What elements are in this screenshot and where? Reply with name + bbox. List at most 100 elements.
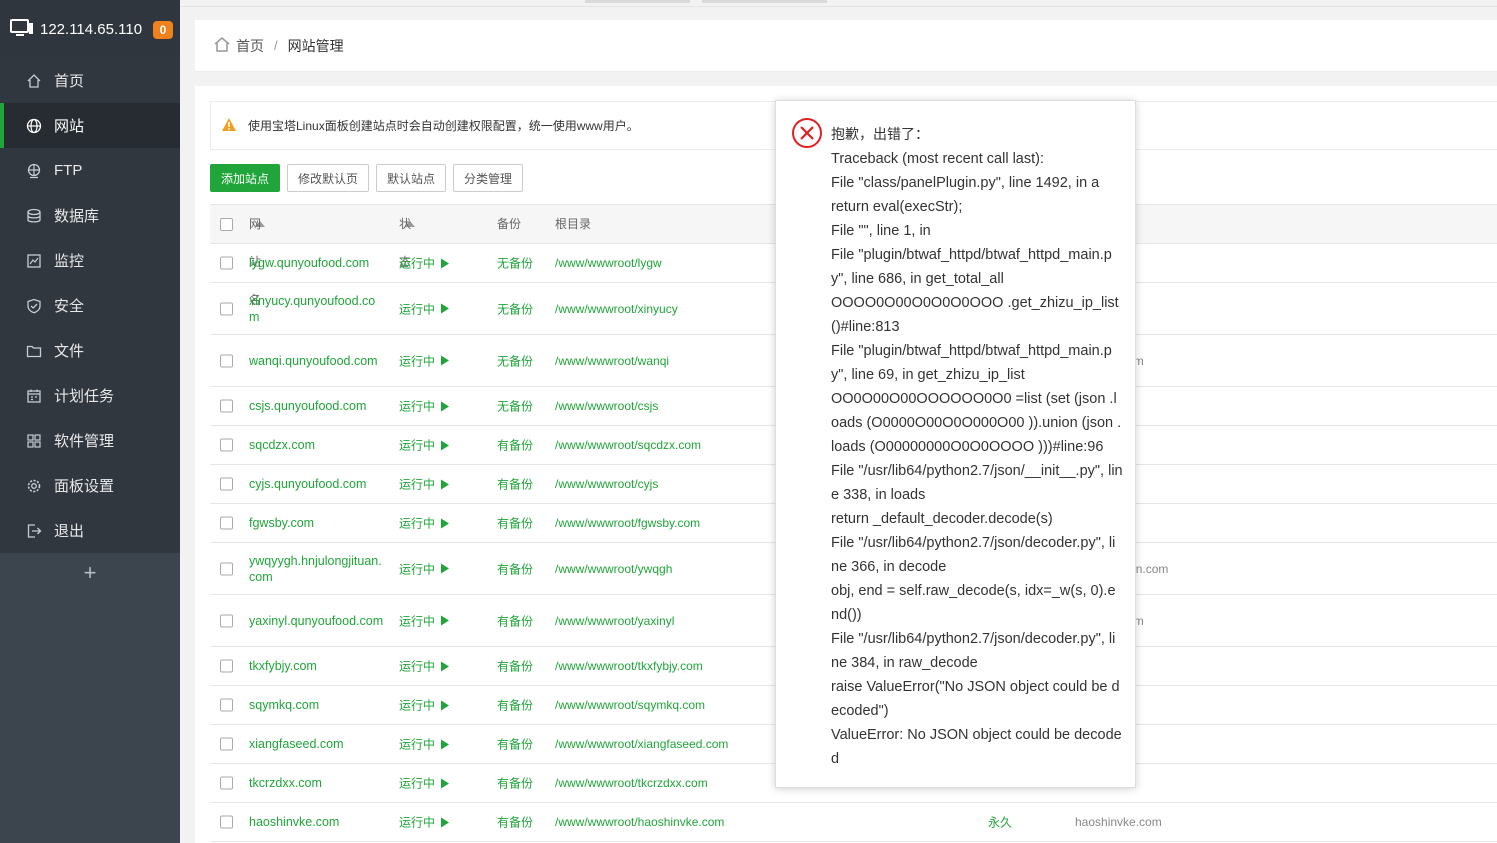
category-manage-button[interactable]: 分类管理 bbox=[453, 164, 524, 192]
site-name-link[interactable]: fgwsby.com bbox=[249, 515, 384, 531]
site-status[interactable]: 运行中 bbox=[399, 515, 450, 532]
sidebar-item[interactable]: 文件 bbox=[0, 328, 180, 373]
site-backup[interactable]: 无备份 bbox=[497, 352, 533, 369]
site-backup[interactable]: 有备份 bbox=[497, 814, 533, 831]
site-backup[interactable]: 有备份 bbox=[497, 775, 533, 792]
notification-badge[interactable]: 0 bbox=[153, 21, 173, 39]
column-status[interactable]: 状态 bbox=[399, 205, 415, 269]
home-icon[interactable] bbox=[213, 36, 231, 55]
site-root-path[interactable]: /www/wwwroot/csjs bbox=[555, 399, 658, 413]
traceback-line: OO0O00O00OOOOOO0O0 =list (set (json .loa… bbox=[831, 391, 1122, 455]
site-name-link[interactable]: ywqyygh.hnjulongjituan.com bbox=[249, 553, 384, 585]
site-root-path[interactable]: /www/wwwroot/fgwsby.com bbox=[555, 516, 700, 530]
traceback-line: File "/usr/lib64/python2.7/json/__init__… bbox=[831, 463, 1123, 503]
site-status[interactable]: 运行中 bbox=[399, 352, 450, 369]
site-remark[interactable]: haoshinvke.com bbox=[1075, 815, 1162, 829]
add-menu-button[interactable]: + bbox=[0, 552, 180, 594]
site-root-path[interactable]: /www/wwwroot/xiangfaseed.com bbox=[555, 737, 728, 751]
site-name-link[interactable]: tkcrzdxx.com bbox=[249, 775, 384, 791]
sidebar-item[interactable]: 面板设置 bbox=[0, 463, 180, 508]
site-root-path[interactable]: /www/wwwroot/cyjs bbox=[555, 477, 658, 491]
sidebar-item[interactable]: 网站 bbox=[0, 103, 180, 148]
row-checkbox[interactable] bbox=[220, 614, 233, 627]
sidebar-item[interactable]: FTP bbox=[0, 148, 180, 193]
site-status[interactable]: 运行中 bbox=[399, 814, 450, 831]
site-root-path[interactable]: /www/wwwroot/sqymkq.com bbox=[555, 698, 705, 712]
sidebar-item[interactable]: 计划任务 bbox=[0, 373, 180, 418]
default-site-button[interactable]: 默认站点 bbox=[376, 164, 447, 192]
add-site-button[interactable]: 添加站点 bbox=[210, 164, 281, 192]
site-status-label: 运行中 bbox=[399, 614, 436, 628]
site-root-path[interactable]: /www/wwwroot/haoshinvke.com bbox=[555, 815, 724, 829]
site-name-link[interactable]: csjs.qunyoufood.com bbox=[249, 398, 384, 414]
sidebar-item[interactable]: 退出 bbox=[0, 508, 180, 553]
site-root-path[interactable]: /www/wwwroot/ywqgh bbox=[555, 562, 672, 576]
sidebar-item[interactable]: 安全 bbox=[0, 283, 180, 328]
row-checkbox[interactable] bbox=[220, 698, 233, 712]
site-name-link[interactable]: xiangfaseed.com bbox=[249, 736, 384, 752]
site-expire[interactable]: 永久 bbox=[988, 814, 1012, 831]
row-checkbox[interactable] bbox=[220, 302, 233, 315]
column-name[interactable]: 网站名 bbox=[249, 205, 265, 307]
site-status[interactable]: 运行中 bbox=[399, 255, 450, 272]
site-status[interactable]: 运行中 bbox=[399, 736, 450, 753]
site-status[interactable]: 运行中 bbox=[399, 658, 450, 675]
row-checkbox[interactable] bbox=[220, 438, 233, 452]
row-checkbox[interactable] bbox=[220, 516, 233, 530]
site-status[interactable]: 运行中 bbox=[399, 775, 450, 792]
site-backup[interactable]: 有备份 bbox=[497, 437, 533, 454]
site-root-path[interactable]: /www/wwwroot/tkxfybjy.com bbox=[555, 659, 703, 673]
site-status[interactable]: 运行中 bbox=[399, 300, 450, 317]
site-root-path[interactable]: /www/wwwroot/lygw bbox=[555, 256, 662, 270]
site-backup[interactable]: 有备份 bbox=[497, 697, 533, 714]
row-checkbox[interactable] bbox=[220, 256, 233, 270]
site-root-path[interactable]: /www/wwwroot/tkcrzdxx.com bbox=[555, 776, 708, 790]
site-name-link[interactable]: sqcdzx.com bbox=[249, 437, 384, 453]
site-name-link[interactable]: xinyucy.qunyoufood.com bbox=[249, 293, 384, 325]
row-checkbox[interactable] bbox=[220, 776, 233, 790]
site-backup[interactable]: 无备份 bbox=[497, 255, 533, 272]
site-root-path[interactable]: /www/wwwroot/yaxinyl bbox=[555, 614, 674, 628]
select-all-checkbox[interactable] bbox=[220, 218, 233, 231]
sidebar-item[interactable]: 首页 bbox=[0, 58, 180, 103]
site-backup[interactable]: 有备份 bbox=[497, 560, 533, 577]
site-status[interactable]: 运行中 bbox=[399, 697, 450, 714]
site-status[interactable]: 运行中 bbox=[399, 437, 450, 454]
site-status[interactable]: 运行中 bbox=[399, 398, 450, 415]
site-root-path[interactable]: /www/wwwroot/xinyucy bbox=[555, 302, 678, 316]
site-name-link[interactable]: lygw.qunyoufood.com bbox=[249, 255, 384, 271]
sidebar-item[interactable]: 数据库 bbox=[0, 193, 180, 238]
breadcrumb-home[interactable]: 首页 bbox=[236, 36, 264, 56]
site-status-label: 运行中 bbox=[399, 737, 436, 752]
site-root-path[interactable]: /www/wwwroot/sqcdzx.com bbox=[555, 438, 701, 452]
row-checkbox[interactable] bbox=[220, 399, 233, 413]
site-backup[interactable]: 无备份 bbox=[497, 398, 533, 415]
sidebar-item[interactable]: 软件管理 bbox=[0, 418, 180, 463]
play-icon bbox=[441, 518, 450, 528]
site-status[interactable]: 运行中 bbox=[399, 612, 450, 629]
site-name-link[interactable]: haoshinvke.com bbox=[249, 814, 384, 830]
site-backup[interactable]: 有备份 bbox=[497, 476, 533, 493]
site-backup[interactable]: 有备份 bbox=[497, 736, 533, 753]
site-name-link[interactable]: yaxinyl.qunyoufood.com bbox=[249, 613, 384, 629]
site-backup[interactable]: 有备份 bbox=[497, 612, 533, 629]
site-status[interactable]: 运行中 bbox=[399, 476, 450, 493]
site-name-link[interactable]: wanqi.qunyoufood.com bbox=[249, 353, 384, 369]
site-backup[interactable]: 有备份 bbox=[497, 515, 533, 532]
row-checkbox[interactable] bbox=[220, 354, 233, 367]
site-status[interactable]: 运行中 bbox=[399, 560, 450, 577]
sidebar-item-label: 面板设置 bbox=[54, 478, 115, 495]
row-checkbox[interactable] bbox=[220, 815, 233, 829]
site-backup[interactable]: 有备份 bbox=[497, 658, 533, 675]
row-checkbox[interactable] bbox=[220, 659, 233, 673]
site-name-link[interactable]: tkxfybjy.com bbox=[249, 658, 384, 674]
edit-default-page-button[interactable]: 修改默认页 bbox=[287, 164, 370, 192]
site-name-link[interactable]: cyjs.qunyoufood.com bbox=[249, 476, 384, 492]
row-checkbox[interactable] bbox=[220, 477, 233, 491]
row-checkbox[interactable] bbox=[220, 562, 233, 575]
row-checkbox[interactable] bbox=[220, 737, 233, 751]
sidebar-item[interactable]: 监控 bbox=[0, 238, 180, 283]
site-root-path[interactable]: /www/wwwroot/wanqi bbox=[555, 354, 669, 368]
site-name-link[interactable]: sqymkq.com bbox=[249, 697, 384, 713]
site-backup[interactable]: 无备份 bbox=[497, 300, 533, 317]
